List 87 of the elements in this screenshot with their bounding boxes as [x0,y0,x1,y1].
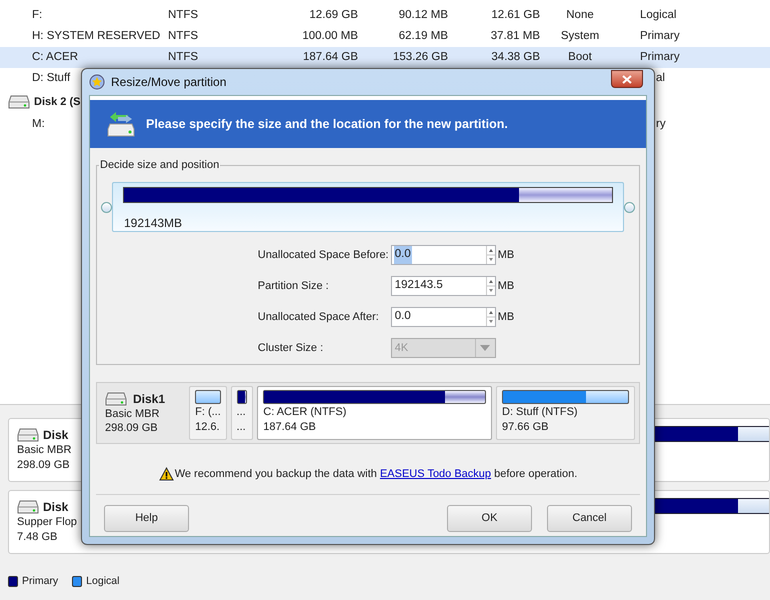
disk-name: Disk [43,428,68,442]
field-label: Partition Size : [258,278,330,294]
disk-type: Supper Flop [17,515,78,530]
dialog-button[interactable]: OK [447,504,532,532]
disk-size: 298.09 GB [105,421,159,435]
table-cell-text: Boot [567,50,593,65]
resize-handle[interactable] [624,202,635,212]
drive-icon [8,94,30,110]
legend-label: Logical [86,574,120,589]
disk-type: Basic MBR [17,443,72,458]
spin-field[interactable]: 192143.5 [390,276,496,296]
field-value: 0.0 [394,309,412,324]
close-button[interactable] [611,70,643,88]
table-cell-text: al [656,70,666,86]
unit-label: MB [498,278,514,294]
drive-icon [105,391,127,407]
disk-name: Disk1 [133,392,166,406]
disk-type: Basic MBR [105,407,160,421]
dialog-button[interactable]: Cancel [547,504,632,532]
table-cell-text: M: [32,116,45,132]
header-text: Please specify the size and the location for the new partition. [146,116,508,133]
table-cell-text: Primary [640,50,680,65]
disk-name: Disk [43,500,68,514]
app-icon [89,74,105,90]
disk-size: 298.09 GB [17,458,71,473]
spin-arrows-icon [486,308,495,326]
warning-text: We recommend you backup the data with EASEUS Todo Backup before operation. [174,467,578,482]
table-cell-text: H: SYSTEM RESERVED [32,28,162,44]
partition-size: ... [236,420,247,435]
window-title: Resize/Move partition [111,74,226,91]
partition-block[interactable]: ... ... [230,386,254,440]
spin-field[interactable]: 0.0 [390,307,496,327]
group-label: Decide size and position [99,158,220,172]
disk-size: 7.48 GB [17,530,58,545]
table-cell-text: ry [656,116,667,132]
table-cell-text: 37.81 MB [490,28,540,44]
size-label: 192143MB [124,215,182,232]
table-cell-text: NTFS [168,50,200,65]
resize-handle[interactable] [101,202,112,212]
unit-label: MB [498,248,514,263]
disk-label: Disk 2 (S [34,94,80,110]
table-cell-text: System [560,28,600,44]
spin-field[interactable]: 0.0 [390,245,496,265]
table-cell-text: D: Stuff [32,70,70,86]
field-label: Unallocated Space After: [258,310,380,325]
table-cell-text: C: ACER [32,50,80,65]
dialog-button[interactable]: Help [104,504,189,532]
partition-block[interactable]: D: Stuff (NTFS) 97.66 GB [496,386,635,440]
partition-size: 97.66 GB [502,420,550,435]
partition-size: 12.6. [195,420,221,435]
size-slider[interactable]: 192143MB [112,182,624,232]
drive-icon [17,427,39,443]
partition-label: ... [236,405,247,420]
partition-block[interactable]: C: ACER (NTFS) 187.64 GB [257,386,492,440]
legend-label: Primary [22,574,58,589]
table-cell-text: Logical [640,8,676,23]
unit-label: MB [498,310,514,325]
partition-block[interactable]: F: (... 12.6. [189,386,227,440]
table-cell-text: 187.64 GB [302,50,358,65]
warning-icon [158,467,174,482]
table-cell-text: 100.00 MB [301,28,358,44]
partition-label: F: (... [195,405,221,420]
partition-label: D: Stuff (NTFS) [502,405,579,420]
table-cell-text: 90.12 MB [398,8,448,23]
close-icon [622,74,632,84]
partition-size: 187.64 GB [263,420,317,435]
spin-arrows-icon [486,246,495,264]
field-label: Cluster Size : [258,340,324,356]
table-cell-text: F: [32,8,44,23]
table-row[interactable]: C: ACER NTFS 187.64 GB 153.26 GB 34.38 GB Boot Primary [0,47,770,68]
table-cell-text: NTFS [168,28,200,44]
table-cell-text: 34.38 GB [490,50,540,65]
table-cell-text: NTFS [168,8,200,23]
spin-arrows-icon [486,277,495,295]
field-value: 192143.5 [394,278,444,294]
table-cell-text: 12.69 GB [308,8,358,23]
table-cell-text: Primary [640,28,680,44]
field-value: 0.0 [394,246,412,264]
backup-link[interactable]: EASEUS Todo Backup [380,468,492,480]
table-cell-text: None [565,8,595,23]
field-label: Unallocated Space Before: [258,248,390,263]
drive-icon [17,499,39,515]
table-cell-text: 62.19 MB [398,28,448,44]
table-cell-text: 153.26 GB [392,50,448,65]
drive-arrows-icon [106,110,136,138]
partition-label: C: ACER (NTFS) [263,405,348,420]
table-cell-text: 12.61 GB [490,8,540,23]
